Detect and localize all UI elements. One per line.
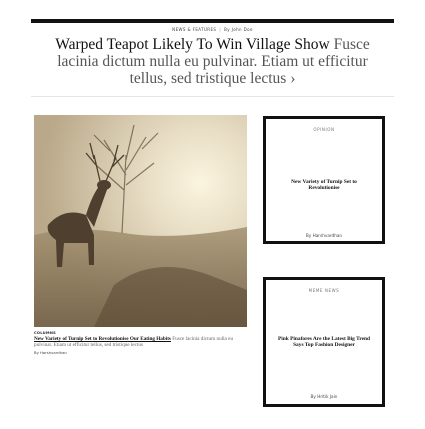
card-byline[interactable]: By Harshvardhan [266, 233, 382, 238]
card-byline[interactable]: By Hritik Jain [266, 394, 382, 399]
headline-title[interactable]: Warped Teapot Likely To Win Village Show [55, 36, 330, 53]
article-card-opinion[interactable]: OPINION New Variety of Turnip Set to Rev… [263, 116, 385, 244]
card-title[interactable]: Pink Pinafores Are the Latest Big Trend … [276, 336, 372, 348]
article-card-meme-news[interactable]: MEME NEWS Pink Pinafores Are the Latest … [263, 277, 385, 407]
card-label: MEME NEWS [308, 288, 340, 293]
hero-caption: COLUMNS New Variety of Turnip Set to Rev… [34, 331, 247, 355]
top-rule [31, 19, 394, 23]
card-title[interactable]: New Variety of Turnip Set to Revolutioni… [276, 179, 372, 191]
meta-separator: | [219, 27, 222, 32]
section-link[interactable]: NEWS & FEATURES [172, 27, 216, 32]
hero-title-block: New Variety of Turnip Set to Revolutioni… [34, 336, 247, 348]
hero-image[interactable] [34, 115, 247, 327]
read-more-arrow-icon[interactable]: › [290, 70, 295, 87]
author-name[interactable]: By John Doe [224, 27, 253, 32]
article-meta: NEWS & FEATURES | By John Doe [0, 27, 425, 32]
hero-kicker[interactable]: COLUMNS [34, 331, 247, 335]
featured-headline[interactable]: Warped Teapot Likely To Win Village Show… [40, 36, 385, 87]
section-divider [31, 96, 394, 97]
card-label: OPINION [313, 127, 335, 132]
hero-byline[interactable]: By Harshvardhan [34, 350, 247, 355]
